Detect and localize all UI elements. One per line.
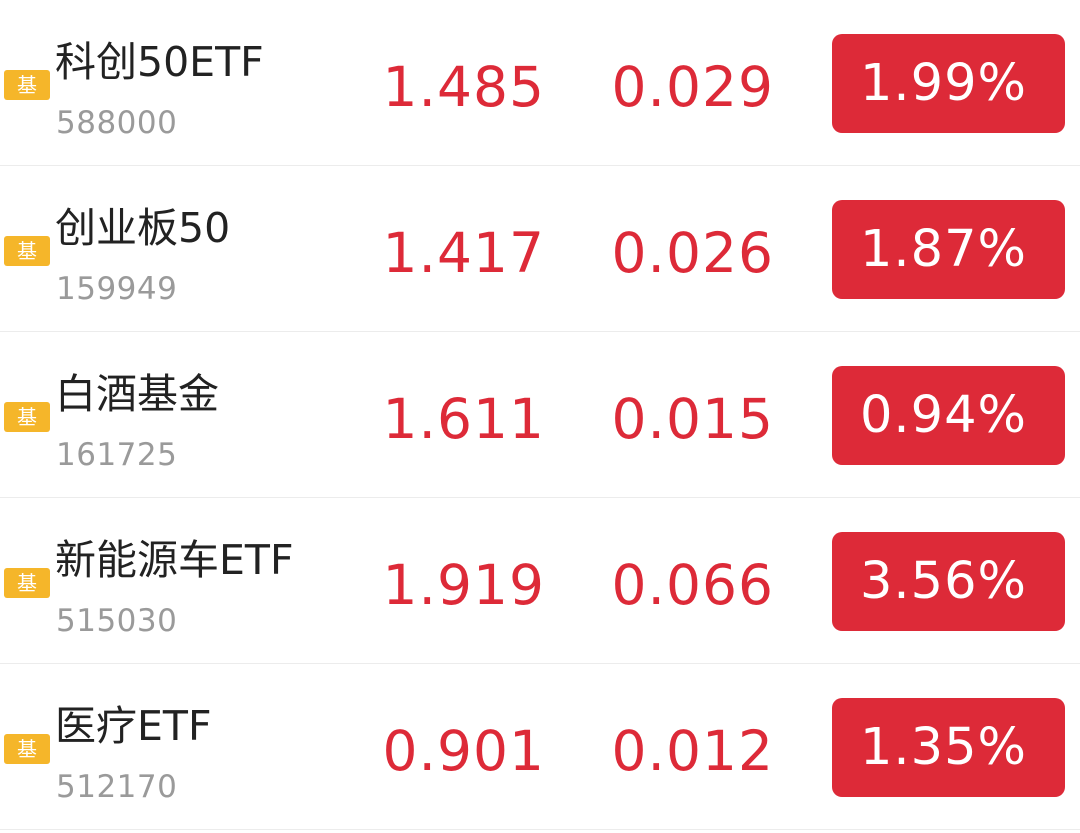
latest-price: 1.611 (382, 387, 545, 451)
fund-name: 科创50ETF (55, 38, 264, 86)
price-change: 0.026 (611, 221, 774, 285)
latest-price: 1.919 (382, 553, 545, 617)
price-change: 0.029 (611, 55, 774, 119)
latest-price: 1.485 (382, 55, 545, 119)
price-change: 0.015 (611, 387, 774, 451)
fund-quote-list: 基 科创50ETF 588000 1.485 0.029 1.99% 基 创业板… (0, 0, 1080, 833)
fund-type-badge: 基 (4, 236, 50, 266)
fund-row[interactable]: 基 医疗ETF 512170 0.901 0.012 1.35% (0, 664, 1080, 830)
change-percent-badge[interactable]: 3.56% (832, 532, 1065, 631)
fund-code: 159949 (56, 271, 178, 307)
fund-name: 创业板50 (55, 204, 231, 252)
fund-row[interactable]: 基 科创50ETF 588000 1.485 0.029 1.99% (0, 0, 1080, 166)
change-percent-badge[interactable]: 0.94% (832, 366, 1065, 465)
change-percent-badge[interactable]: 1.35% (832, 698, 1065, 797)
price-change: 0.066 (611, 553, 774, 617)
fund-name: 医疗ETF (55, 702, 212, 750)
fund-type-badge: 基 (4, 402, 50, 432)
fund-code: 588000 (56, 105, 178, 141)
fund-type-badge: 基 (4, 70, 50, 100)
fund-row[interactable]: 基 白酒基金 161725 1.611 0.015 0.94% (0, 332, 1080, 498)
change-percent-badge[interactable]: 1.87% (832, 200, 1065, 299)
fund-code: 161725 (56, 437, 178, 473)
latest-price: 0.901 (382, 719, 545, 783)
fund-row[interactable]: 基 创业板50 159949 1.417 0.026 1.87% (0, 166, 1080, 332)
fund-row[interactable]: 基 新能源车ETF 515030 1.919 0.066 3.56% (0, 498, 1080, 664)
fund-code: 512170 (56, 769, 178, 805)
fund-name: 白酒基金 (55, 370, 219, 418)
latest-price: 1.417 (382, 221, 545, 285)
price-change: 0.012 (611, 719, 774, 783)
fund-type-badge: 基 (4, 734, 50, 764)
fund-name: 新能源车ETF (55, 536, 294, 584)
fund-type-badge: 基 (4, 568, 50, 598)
fund-code: 515030 (56, 603, 178, 639)
change-percent-badge[interactable]: 1.99% (832, 34, 1065, 133)
